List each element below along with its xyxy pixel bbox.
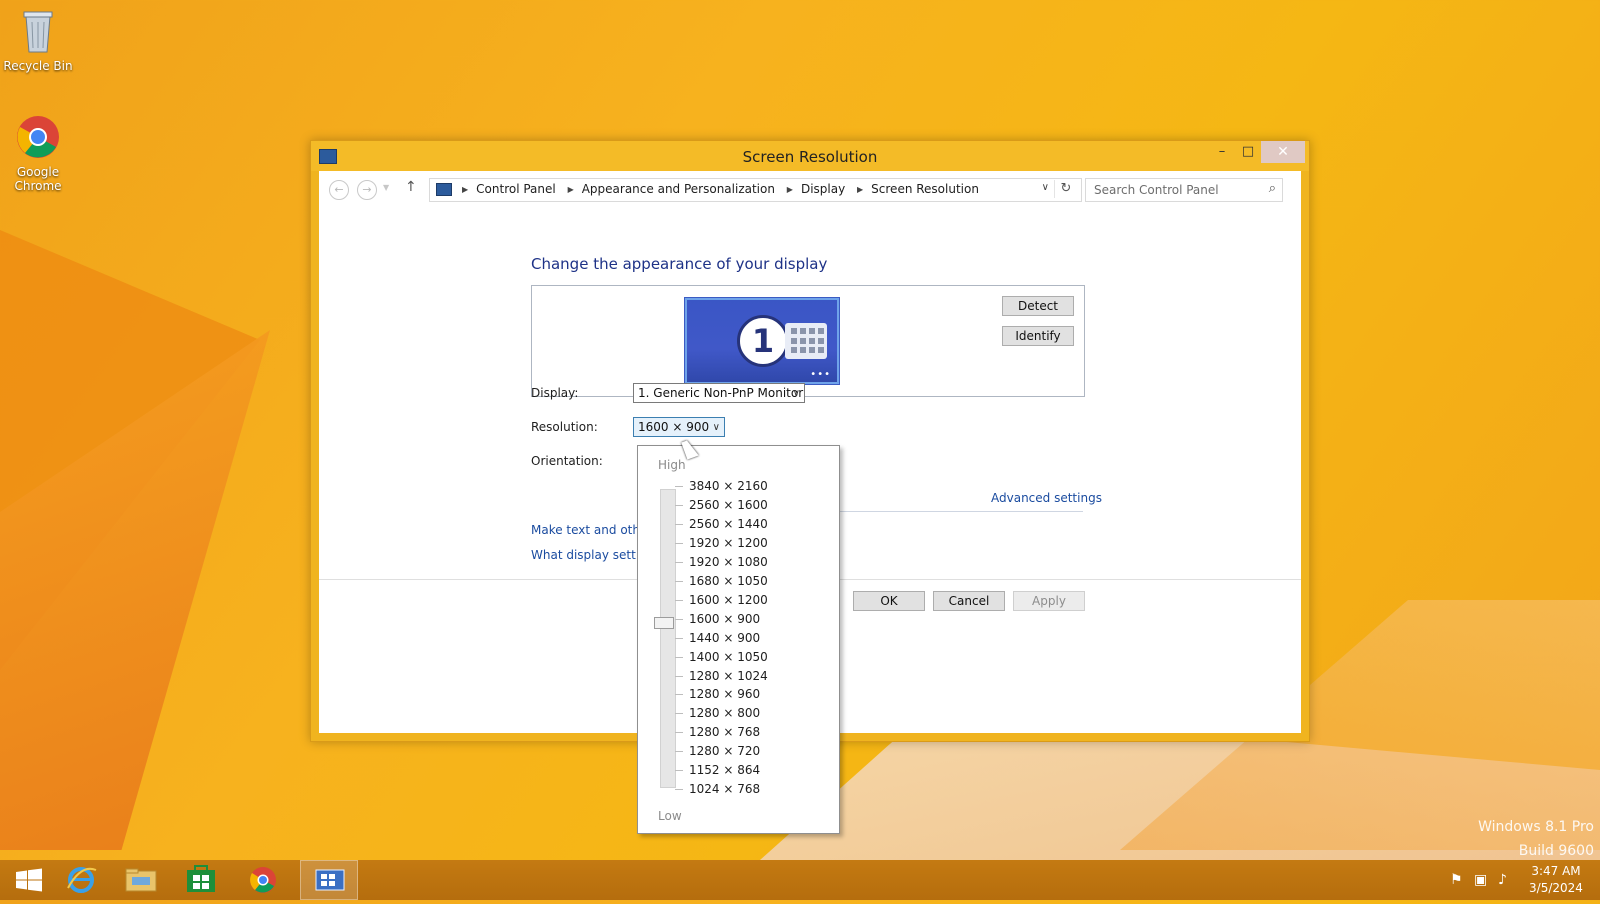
minimize-button[interactable]: – (1209, 141, 1235, 163)
resolution-dropdown[interactable]: High 3840 × 2160 2560 × 1600 2560 × 1440 19… (637, 445, 840, 834)
resolution-option[interactable]: 2560 × 1600 (675, 498, 768, 512)
refresh-icon[interactable]: ↻ (1054, 180, 1077, 198)
store-icon[interactable] (172, 860, 230, 900)
back-icon[interactable]: ← (329, 180, 349, 200)
breadcrumb-control-panel[interactable]: Control Panel (476, 182, 556, 196)
breadcrumb: ▶ Control Panel ▶ Appearance and Personali… (454, 182, 979, 196)
chevron-right-icon: ▶ (786, 185, 793, 194)
display-select-value: 1. Generic Non-PnP Monitor (638, 386, 804, 400)
address-bar[interactable]: ▶ Control Panel ▶ Appearance and Personali… (429, 178, 1082, 202)
clock-time: 3:47 AM (1531, 864, 1581, 878)
taskbar: ⚑ ▣ ♪ 3:47 AM 3/5/2024 (0, 860, 1600, 900)
resolution-option[interactable]: 1280 × 960 (674, 687, 760, 701)
desktop-icon-label: Google Chrome (14, 165, 62, 193)
make-text-larger-link[interactable]: Make text and other (531, 523, 652, 537)
control-panel-taskbar-icon[interactable] (300, 860, 358, 900)
resolution-option[interactable]: 1280 × 800 (674, 706, 760, 720)
resolution-option[interactable]: 1280 × 1024 (675, 669, 768, 683)
resolution-option[interactable]: 1680 × 1050 (675, 574, 768, 588)
chrome-taskbar-icon[interactable] (234, 860, 292, 900)
desktop-icon-recycle-bin[interactable]: Recycle Bin (2, 8, 74, 73)
resolution-option[interactable]: 1024 × 768 (674, 782, 760, 796)
monitor-preview-area: 1 ••• Detect Identify (531, 285, 1085, 397)
chevron-right-icon: ▶ (857, 185, 864, 194)
monitor-number: 1 (737, 315, 789, 367)
windows-logo-icon (16, 868, 42, 892)
chevron-right-icon: ▶ (462, 185, 469, 194)
resolution-option[interactable]: 1920 × 1200 (675, 536, 768, 550)
resolution-option[interactable]: 1600 × 1200 (675, 593, 768, 607)
resolution-slider-thumb[interactable] (654, 617, 674, 629)
os-watermark: Windows 8.1 Pro Build 9600 (1478, 815, 1594, 863)
start-button[interactable] (0, 860, 58, 900)
orientation-label: Orientation: (531, 454, 603, 468)
display-select[interactable]: 1. Generic Non-PnP Monitor ∨ (633, 383, 805, 403)
volume-muted-icon[interactable]: ♪ (1498, 872, 1507, 888)
chevron-down-icon: ∨ (712, 422, 720, 433)
page-title: Change the appearance of your display (531, 255, 828, 273)
resolution-option[interactable]: 1280 × 720 (674, 744, 760, 758)
system-clock[interactable]: 3:47 AM 3/5/2024 (1520, 863, 1592, 897)
navigation-bar: ← → ▼ ↑ ▶ Control Panel ▶ Appearance and P… (319, 171, 1301, 207)
search-box[interactable]: ⌕ (1085, 178, 1283, 202)
chevron-down-icon[interactable]: ∨ (1042, 182, 1049, 193)
recycle-bin-icon (2, 8, 74, 57)
identify-button[interactable]: Identify (1002, 326, 1074, 346)
title-bar[interactable]: Screen Resolution – □ ✕ (311, 141, 1309, 171)
maximize-button[interactable]: □ (1235, 141, 1261, 163)
up-arrow-icon[interactable]: ↑ (405, 179, 417, 195)
resolution-label: Resolution: (531, 420, 598, 434)
resolution-select-value: 1600 × 900 (638, 420, 710, 434)
internet-explorer-icon[interactable] (52, 860, 110, 900)
chevron-right-icon: ▶ (567, 185, 574, 194)
monitor-1-icon[interactable]: 1 ••• (684, 297, 840, 385)
resolution-option[interactable]: 1152 × 864 (674, 763, 760, 777)
window-title: Screen Resolution (742, 148, 878, 166)
action-center-flag-icon[interactable]: ⚑ (1450, 872, 1463, 888)
low-label: Low (658, 809, 682, 823)
advanced-settings-link[interactable]: Advanced settings (991, 491, 1102, 505)
more-icon: ••• (810, 369, 831, 380)
detect-button[interactable]: Detect (1002, 296, 1074, 316)
resolution-option[interactable]: 1440 × 900 (674, 631, 760, 645)
forward-icon[interactable]: → (357, 180, 377, 200)
divider (839, 511, 1083, 512)
breadcrumb-screen-resolution[interactable]: Screen Resolution (871, 182, 979, 196)
search-input[interactable] (1092, 182, 1256, 198)
apply-button: Apply (1013, 591, 1085, 611)
desktop-icon-google-chrome[interactable]: Google Chrome (2, 114, 74, 193)
desktop-icon-label: Recycle Bin (3, 59, 73, 73)
resolution-select[interactable]: 1600 × 900 ∨ (633, 417, 725, 437)
ok-button[interactable]: OK (853, 591, 925, 611)
chevron-down-icon: ∨ (792, 388, 800, 399)
network-icon[interactable]: ▣ (1474, 872, 1487, 888)
resolution-option[interactable]: 1600 × 900 (674, 612, 760, 626)
resolution-option[interactable]: 1400 × 1050 (675, 650, 768, 664)
control-panel-icon (436, 183, 452, 196)
display-label: Display: (531, 386, 579, 400)
cancel-button[interactable]: Cancel (933, 591, 1005, 611)
breadcrumb-appearance[interactable]: Appearance and Personalization (582, 182, 775, 196)
os-edition: Windows 8.1 Pro (1478, 819, 1594, 835)
file-explorer-icon[interactable] (112, 860, 170, 900)
search-icon[interactable]: ⌕ (1269, 181, 1276, 196)
close-button[interactable]: ✕ (1261, 141, 1305, 163)
resolution-option[interactable]: 1280 × 768 (674, 725, 760, 739)
clock-date: 3/5/2024 (1529, 881, 1583, 895)
resolution-option[interactable]: 3840 × 2160 (675, 479, 768, 493)
resolution-slider-track[interactable] (660, 489, 676, 788)
resolution-option[interactable]: 1920 × 1080 (675, 555, 768, 569)
recent-pages-icon[interactable]: ▼ (383, 183, 389, 192)
resolution-option[interactable]: 2560 × 1440 (675, 517, 768, 531)
what-display-settings-link[interactable]: What display setting (531, 548, 654, 562)
keypad-icon (785, 323, 827, 359)
high-label: High (658, 458, 686, 472)
breadcrumb-display[interactable]: Display (801, 182, 845, 196)
chrome-icon (2, 114, 74, 163)
